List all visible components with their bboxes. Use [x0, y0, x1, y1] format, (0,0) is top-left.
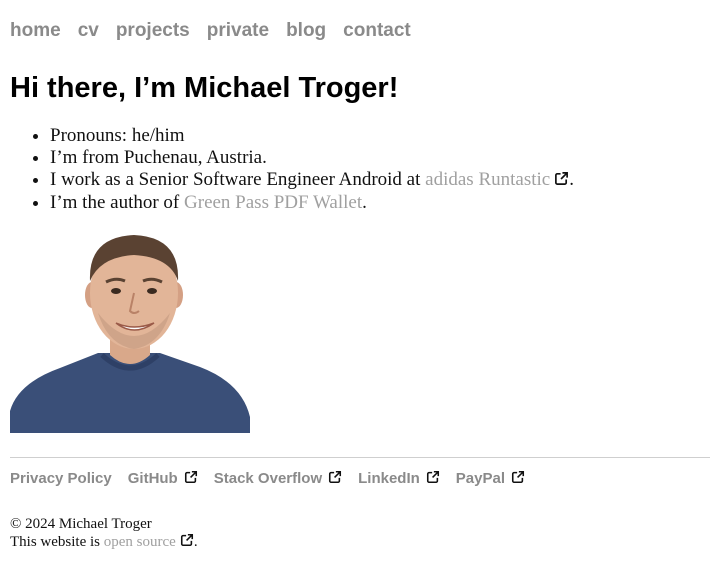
- nav-projects-link[interactable]: projects: [116, 19, 190, 43]
- pronouns-item: Pronouns: he/him: [50, 125, 574, 147]
- external-link-icon: [180, 533, 194, 552]
- github-link[interactable]: GitHub: [128, 469, 198, 490]
- footer-divider: [10, 457, 710, 458]
- paypal-link-label: PayPal: [455, 470, 506, 487]
- about-list: Pronouns: he/him I’m from Puchenau, Aust…: [10, 125, 574, 214]
- linkedin-link[interactable]: LinkedIn: [358, 469, 440, 490]
- linkedin-link-label: LinkedIn: [358, 470, 420, 487]
- app-link[interactable]: Green Pass PDF Wallet: [184, 192, 362, 213]
- open-source-link-label: open source: [103, 534, 176, 550]
- author-text: I’m the author of: [50, 192, 185, 213]
- page-title: Hi there, I’m Michael Troger!: [10, 72, 399, 104]
- external-link-icon: [554, 170, 569, 192]
- external-link-icon: [426, 470, 440, 490]
- open-source-link[interactable]: open source: [103, 533, 194, 552]
- author-item: I’m the author of Green Pass PDF Wallet.: [50, 192, 574, 214]
- nav-home-link[interactable]: home: [10, 19, 61, 43]
- stack-overflow-link[interactable]: Stack Overflow: [214, 469, 342, 490]
- paypal-link[interactable]: PayPal: [456, 469, 525, 490]
- privacy-policy-link[interactable]: Privacy Policy: [10, 469, 112, 490]
- nav-contact-link[interactable]: contact: [343, 19, 411, 43]
- nav-private-link[interactable]: private: [207, 19, 269, 43]
- stack-overflow-link-label: Stack Overflow: [213, 470, 323, 487]
- nav-blog-link[interactable]: blog: [286, 19, 326, 43]
- job-text: I work as a Senior Software Engineer And…: [50, 169, 426, 190]
- github-link-label: GitHub: [127, 470, 178, 487]
- open-source-prefix: This website is: [10, 534, 104, 550]
- job-item: I work as a Senior Software Engineer And…: [50, 169, 574, 192]
- employer-link[interactable]: adidas Runtastic: [425, 169, 569, 190]
- open-source-suffix: .: [193, 534, 198, 550]
- external-link-icon: [511, 470, 525, 490]
- open-source-note: This website is open source.: [10, 533, 198, 552]
- author-suffix: .: [362, 192, 367, 213]
- employer-link-label: adidas Runtastic: [425, 169, 551, 190]
- external-link-icon: [184, 470, 198, 490]
- job-suffix: .: [569, 169, 574, 190]
- footer-links: Privacy Policy GitHub Stack Overflow Lin…: [10, 469, 525, 490]
- nav-cv-link[interactable]: cv: [78, 19, 99, 43]
- main-nav: home cv projects private blog contact: [10, 19, 411, 43]
- external-link-icon: [328, 470, 342, 490]
- copyright-text: © 2024 Michael Troger: [10, 516, 152, 532]
- portrait-photo: [10, 233, 250, 433]
- hometown-item: I’m from Puchenau, Austria.: [50, 147, 574, 169]
